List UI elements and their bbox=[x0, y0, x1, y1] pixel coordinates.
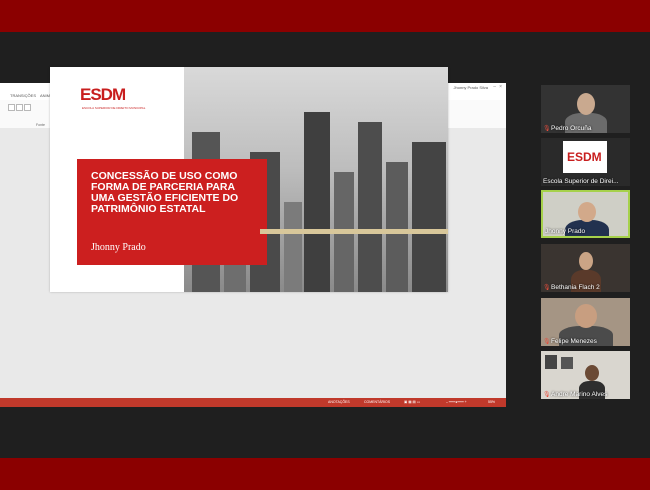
title-box: CONCESSÃO DE USO COMO FORMA DE PARCERIA … bbox=[77, 159, 267, 265]
mic-muted-icon: 🎙 bbox=[543, 392, 551, 398]
decorative-stripe bbox=[260, 229, 448, 234]
zoom-slider[interactable]: – ━━━●━━━ + bbox=[446, 400, 467, 404]
underline-icon[interactable] bbox=[24, 104, 31, 111]
participant-name: Jhonny Prado bbox=[545, 228, 586, 235]
participant-tile[interactable]: 🎙 Felipe Menezes bbox=[541, 298, 630, 346]
ppt-user-name: Jhonny Prado Silva bbox=[453, 85, 488, 90]
participant-name: Escola Superior de Direi... bbox=[543, 178, 619, 185]
esdm-logo-thumbnail: ESDM bbox=[563, 141, 607, 173]
close-icon[interactable]: × bbox=[499, 84, 502, 90]
participant-name: Andre Marino Alves bbox=[551, 391, 608, 398]
ppt-statusbar: ANOTAÇÕES COMENTÁRIOS ▣ ▦ ▤ ▭ – ━━━●━━━ … bbox=[0, 398, 506, 407]
participant-name: Bethania Flach 2 bbox=[551, 284, 600, 291]
participant-name: Felipe Menezes bbox=[551, 338, 597, 345]
group-fonte: Fonte bbox=[36, 123, 45, 127]
tab-transicoes[interactable]: TRANSIÇÕES bbox=[10, 93, 36, 98]
participant-tile[interactable]: 🎙 Bethania Flach 2 bbox=[541, 244, 630, 292]
comments-button[interactable]: COMENTÁRIOS bbox=[364, 400, 390, 404]
esdm-logo: ESDM ESCOLA SUPERIOR DE DIREITO MUNICIPA… bbox=[80, 85, 150, 119]
notes-button[interactable]: ANOTAÇÕES bbox=[328, 400, 350, 404]
participant-tile[interactable]: 🎙 Pedro Orcuña bbox=[541, 85, 630, 133]
italic-icon[interactable] bbox=[16, 104, 23, 111]
slide: ESDM ESCOLA SUPERIOR DE DIREITO MUNICIPA… bbox=[50, 67, 448, 292]
bottom-banner bbox=[0, 458, 650, 490]
slide-title: CONCESSÃO DE USO COMO FORMA DE PARCERIA … bbox=[91, 170, 239, 215]
view-normal-icon[interactable]: ▣ ▦ ▤ ▭ bbox=[404, 400, 420, 404]
minimize-icon[interactable]: – bbox=[493, 84, 496, 90]
mic-muted-icon: 🎙 bbox=[543, 285, 551, 291]
zoom-level: 55% bbox=[488, 400, 496, 404]
bold-icon[interactable] bbox=[8, 104, 15, 111]
mic-muted-icon: 🎙 bbox=[543, 126, 551, 132]
participant-tile-active-speaker[interactable]: Jhonny Prado bbox=[541, 190, 630, 238]
participant-tile[interactable]: 🎙 Andre Marino Alves bbox=[541, 351, 630, 399]
logo-text: ESDM bbox=[567, 150, 602, 164]
logo-text: ESDM bbox=[80, 85, 126, 104]
slide-author: Jhonny Prado bbox=[91, 242, 146, 253]
mic-muted-icon: 🎙 bbox=[543, 339, 551, 345]
top-banner bbox=[0, 0, 650, 32]
participant-tile[interactable]: ESDM Escola Superior de Direi... bbox=[541, 138, 630, 186]
participant-name: Pedro Orcuña bbox=[551, 125, 592, 132]
logo-subtitle: ESCOLA SUPERIOR DE DIREITO MUNICIPAL bbox=[82, 106, 146, 110]
